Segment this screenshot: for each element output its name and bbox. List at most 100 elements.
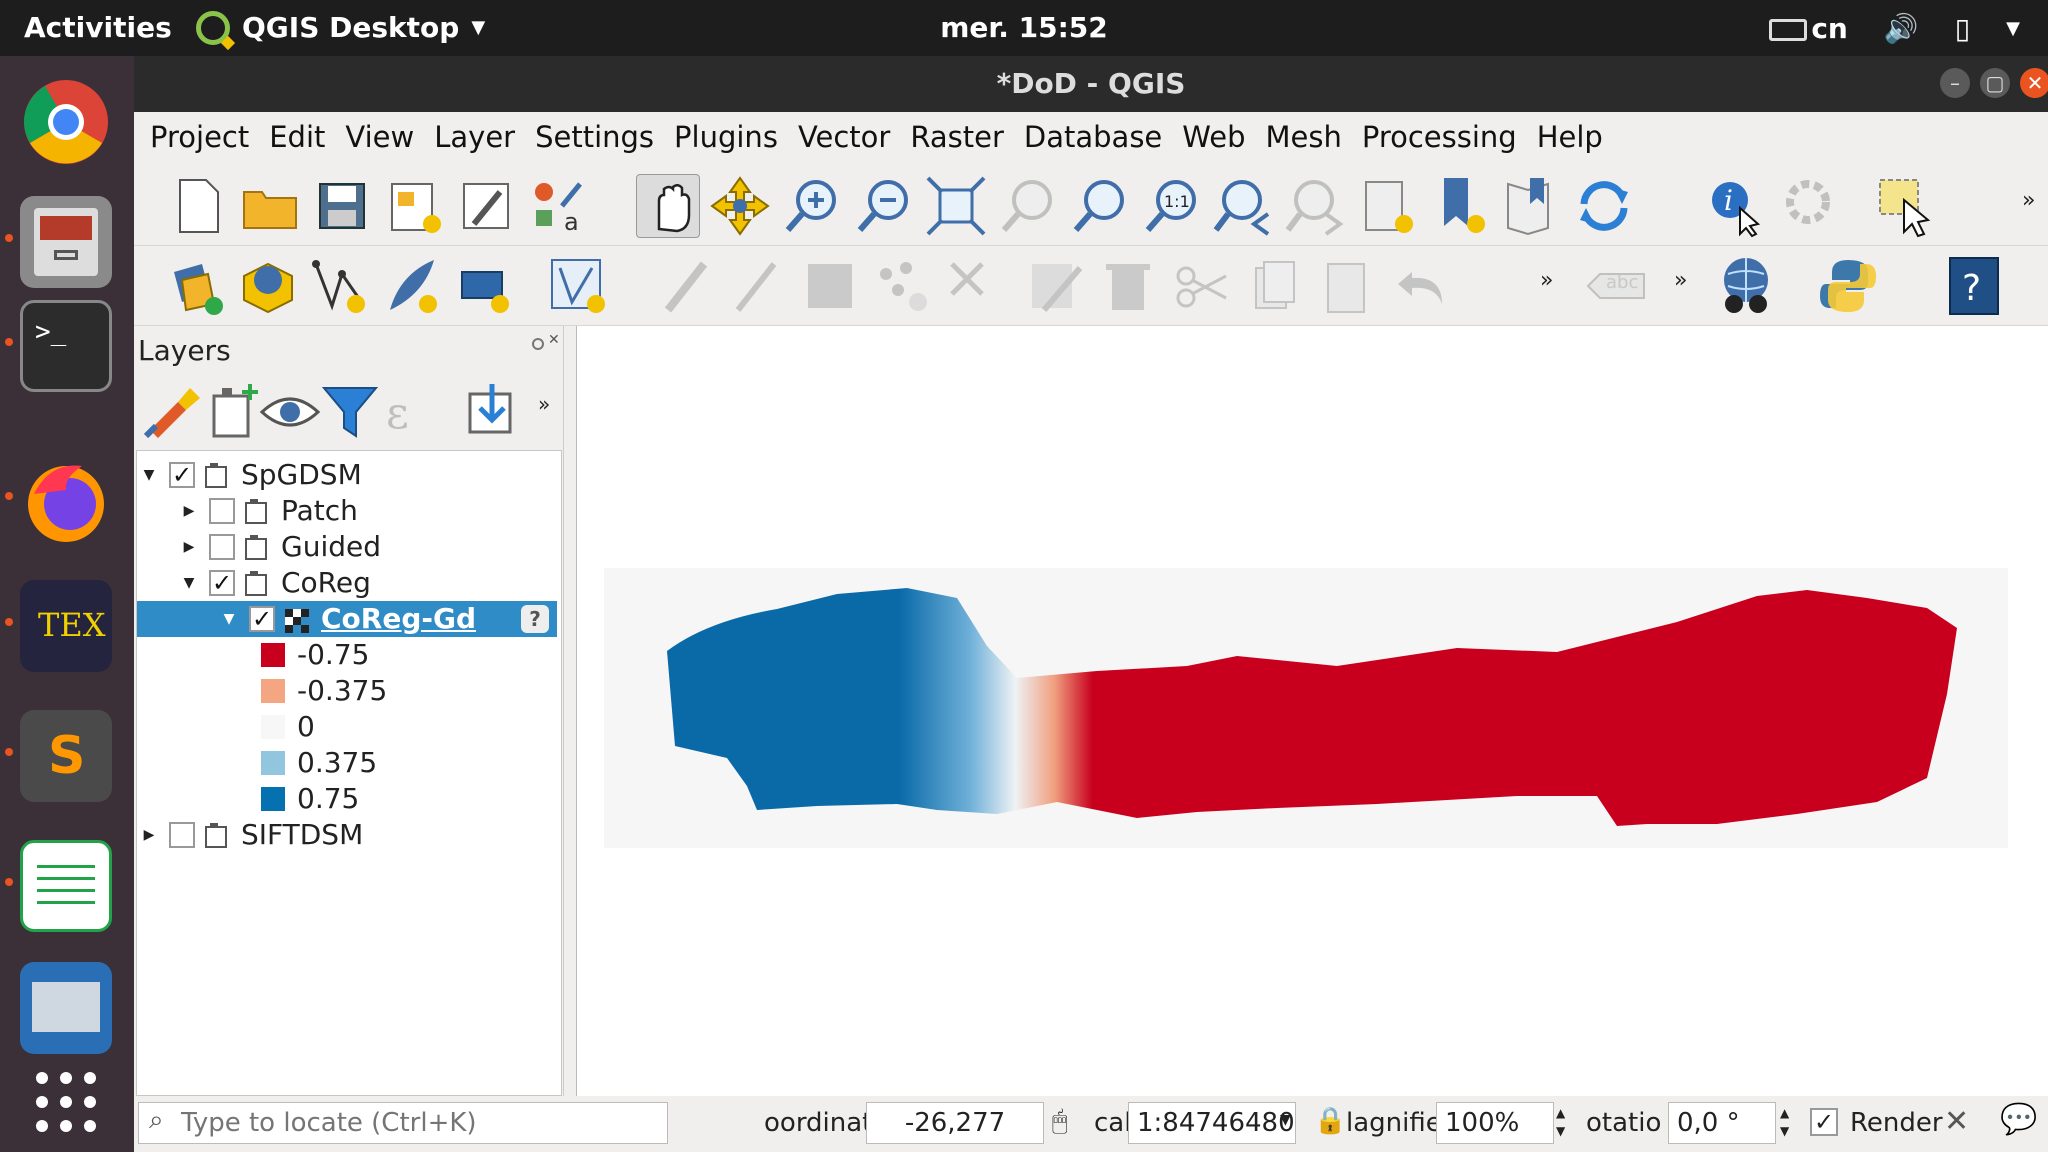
layer-checkbox[interactable]: [209, 534, 235, 560]
system-tray[interactable]: cn 🔊 ▯ ▼: [1769, 0, 2020, 56]
locate-input[interactable]: [181, 1105, 661, 1141]
coordinate-field[interactable]: -26,277: [866, 1102, 1044, 1144]
filter-legend-icon[interactable]: [318, 380, 379, 438]
toolbar-overflow-button[interactable]: »: [2022, 188, 2035, 213]
new-print-layout-icon[interactable]: [382, 174, 446, 238]
menu-layer[interactable]: Layer: [434, 120, 515, 154]
menu-project[interactable]: Project: [150, 120, 249, 154]
zoom-next-icon[interactable]: [1284, 174, 1348, 238]
zoom-last-icon[interactable]: [1212, 174, 1276, 238]
new-temporary-layer-icon[interactable]: [380, 254, 444, 318]
firefox-icon[interactable]: [20, 454, 112, 546]
zoom-full-icon[interactable]: [924, 174, 988, 238]
manage-visibility-eye-icon[interactable]: [258, 380, 321, 432]
close-button[interactable]: ✕: [2020, 68, 2048, 98]
menu-raster[interactable]: Raster: [910, 120, 1004, 154]
menu-database[interactable]: Database: [1024, 120, 1162, 154]
delete-selected-icon[interactable]: [1096, 254, 1160, 318]
digitize-vector-icon[interactable]: [308, 254, 372, 318]
collapse-arrow-icon[interactable]: ▼: [181, 565, 197, 601]
unknown-crs-icon[interactable]: ?: [521, 605, 549, 633]
zoom-to-selection-icon[interactable]: [996, 174, 1060, 238]
cut-features-icon[interactable]: [1170, 254, 1234, 318]
collapse-arrow-icon[interactable]: ▼: [141, 457, 157, 493]
python-console-icon[interactable]: [1816, 254, 1880, 318]
new-spatial-bookmark-icon[interactable]: [1428, 174, 1492, 238]
layer-tree-row[interactable]: ▶ Guided: [137, 529, 557, 565]
editing-toolbar-overflow-button[interactable]: »: [1540, 268, 1553, 293]
pan-to-selection-icon[interactable]: [708, 174, 772, 238]
new-map-view-icon[interactable]: [1356, 174, 1420, 238]
label-tool-icon[interactable]: abc: [1584, 254, 1648, 318]
expand-arrow-icon[interactable]: ▶: [141, 817, 157, 853]
magnifier-spinner[interactable]: ▲ ▼: [1556, 1104, 1565, 1140]
activities-button[interactable]: Activities: [24, 0, 172, 56]
collapse-arrow-icon[interactable]: ▼: [221, 601, 237, 637]
minimize-button[interactable]: –: [1940, 68, 1970, 98]
menu-view[interactable]: View: [345, 120, 414, 154]
panel-float-button[interactable]: [532, 338, 544, 350]
zoom-in-icon[interactable]: [780, 174, 844, 238]
filter-by-expression-icon[interactable]: ε: [378, 380, 430, 439]
help-icon[interactable]: ?: [1942, 254, 2006, 318]
expand-all-icon[interactable]: [460, 380, 512, 434]
undo-icon[interactable]: [1390, 254, 1454, 318]
paste-features-icon[interactable]: [1314, 254, 1378, 318]
layers-toolbar-overflow-button[interactable]: »: [538, 392, 550, 416]
layer-tree-row[interactable]: ▶ Patch: [137, 493, 557, 529]
menu-edit[interactable]: Edit: [269, 120, 325, 154]
new-project-icon[interactable]: [166, 174, 230, 238]
rotation-spinner[interactable]: ▲ ▼: [1780, 1104, 1789, 1140]
layer-checkbox[interactable]: [169, 822, 195, 848]
menu-processing[interactable]: Processing: [1362, 120, 1517, 154]
expand-arrow-icon[interactable]: ▶: [181, 529, 197, 565]
style-manager-icon[interactable]: a: [526, 174, 590, 238]
modify-attributes-icon[interactable]: [1024, 254, 1088, 318]
map-canvas[interactable]: [576, 326, 2048, 1096]
zoom-out-icon[interactable]: [852, 174, 916, 238]
expand-arrow-icon[interactable]: ▶: [181, 493, 197, 529]
metasearch-icon[interactable]: [1714, 254, 1778, 318]
render-checkbox[interactable]: ✓: [1810, 1108, 1838, 1136]
run-feature-action-icon[interactable]: [1780, 174, 1844, 238]
locator-bar[interactable]: ⌕: [138, 1102, 668, 1144]
save-layer-edits-icon[interactable]: [798, 254, 862, 318]
file-cabinet-icon[interactable]: [20, 196, 112, 288]
show-applications-icon[interactable]: [20, 1056, 112, 1148]
layer-tree-row[interactable]: ▼ ✓ CoReg: [137, 565, 557, 601]
add-group-icon[interactable]: [200, 380, 258, 438]
lock-scale-icon[interactable]: 🔒: [1314, 1106, 1346, 1136]
toggle-extents-mouse-icon[interactable]: 🖱: [1052, 1106, 1068, 1137]
style-painter-icon[interactable]: [142, 380, 200, 439]
vertex-tool-disabled-icon[interactable]: [942, 254, 1006, 318]
maximize-button[interactable]: ▢: [1980, 68, 2010, 98]
layer-checkbox[interactable]: [209, 498, 235, 524]
layout-manager-icon[interactable]: [454, 174, 518, 238]
save-project-icon[interactable]: [310, 174, 374, 238]
menu-web[interactable]: Web: [1182, 120, 1245, 154]
layer-tree-row[interactable]: ▶ SIFTDSM: [137, 817, 557, 853]
data-source-manager-icon[interactable]: [164, 254, 228, 318]
keyboard-indicator[interactable]: cn: [1769, 12, 1848, 45]
select-features-icon[interactable]: [1874, 174, 1938, 238]
app-menu[interactable]: QGIS Desktop ▼: [196, 0, 485, 56]
label-toolbar-overflow-button[interactable]: »: [1674, 268, 1687, 293]
refresh-icon[interactable]: [1572, 174, 1636, 238]
new-geopackage-layer-icon[interactable]: [236, 254, 300, 318]
menu-mesh[interactable]: Mesh: [1266, 120, 1342, 154]
system-menu-chevron-icon[interactable]: ▼: [2006, 18, 2020, 39]
volume-icon[interactable]: 🔊: [1884, 12, 1919, 45]
terminal-icon[interactable]: >_: [20, 300, 112, 392]
open-project-icon[interactable]: [238, 174, 302, 238]
zoom-native-resolution-icon[interactable]: 1:1: [1140, 174, 1204, 238]
pan-map-icon[interactable]: [636, 174, 700, 238]
messages-icon[interactable]: 💬: [2000, 1102, 2037, 1137]
menu-plugins[interactable]: Plugins: [674, 120, 778, 154]
current-edits-icon[interactable]: [654, 254, 718, 318]
panel-close-icon[interactable]: ✕: [548, 332, 560, 348]
menu-settings[interactable]: Settings: [535, 120, 654, 154]
sublime-text-icon[interactable]: S: [20, 710, 112, 802]
menu-vector[interactable]: Vector: [798, 120, 890, 154]
vertex-tool-icon[interactable]: [546, 254, 610, 318]
magnifier-field[interactable]: 100%: [1436, 1102, 1554, 1144]
